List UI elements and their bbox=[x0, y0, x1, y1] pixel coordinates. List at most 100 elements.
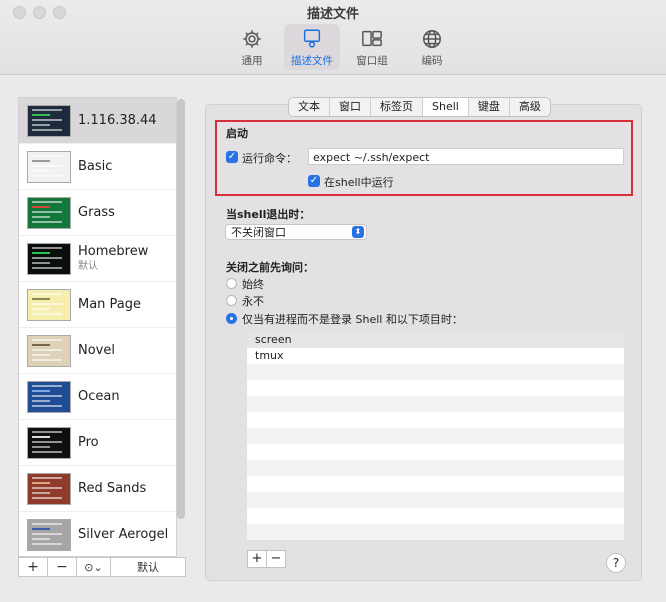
preview-line bbox=[32, 297, 50, 300]
preview-line bbox=[32, 399, 50, 402]
add-profile-button[interactable]: + bbox=[18, 557, 48, 577]
preview-line bbox=[32, 491, 50, 494]
run-command-checkbox[interactable]: ✓ bbox=[226, 151, 238, 163]
preview-line bbox=[32, 389, 50, 392]
run-command-input[interactable]: expect ~/.ssh/expect bbox=[308, 148, 624, 165]
list-item[interactable] bbox=[247, 380, 624, 396]
profile-list-scrollbar[interactable] bbox=[177, 99, 185, 519]
profile-name-block: Grass bbox=[78, 205, 115, 220]
remove-profile-button[interactable]: − bbox=[47, 557, 77, 577]
shell-exit-heading-prefix: 当 bbox=[226, 208, 237, 221]
toolbar-window-groups[interactable]: 窗口组 bbox=[344, 24, 400, 70]
profile-name-block: Red Sands bbox=[78, 481, 146, 496]
profile-actions-menu[interactable]: ⊙⌄ bbox=[76, 557, 111, 577]
profile-name-block: Ocean bbox=[78, 389, 120, 404]
toolbar-profiles-label: 描述文件 bbox=[291, 55, 333, 67]
help-button[interactable]: ? bbox=[606, 553, 626, 573]
tab-tabs[interactable]: 标签页 bbox=[371, 98, 423, 116]
profile-preview-thumbnail bbox=[27, 426, 71, 459]
preview-line bbox=[32, 532, 62, 535]
list-item[interactable] bbox=[247, 508, 624, 524]
profile-preview-thumbnail bbox=[27, 288, 71, 321]
list-item[interactable] bbox=[247, 492, 624, 508]
preview-line bbox=[32, 302, 62, 305]
ask-processes-radio[interactable] bbox=[226, 313, 237, 324]
run-in-shell-checkbox[interactable]: ✓ bbox=[308, 175, 320, 187]
profile-preview-thumbnail bbox=[27, 104, 71, 137]
profile-item[interactable]: Ocean bbox=[19, 374, 176, 420]
set-default-profile-button[interactable]: 默认 bbox=[110, 557, 186, 577]
preview-line bbox=[32, 246, 62, 249]
preview-line bbox=[32, 215, 50, 218]
profile-item[interactable]: Man Page bbox=[19, 282, 176, 328]
window-group-icon bbox=[362, 30, 382, 47]
list-item[interactable] bbox=[247, 396, 624, 412]
profile-item[interactable]: Silver Aerogel bbox=[19, 512, 176, 556]
preview-line bbox=[32, 200, 62, 203]
list-item[interactable] bbox=[247, 412, 624, 428]
ask-always-radio[interactable] bbox=[226, 278, 237, 289]
tab-advanced[interactable]: 高级 bbox=[510, 98, 550, 116]
profile-name: Grass bbox=[78, 205, 115, 220]
shell-exit-heading: 当shell退出时： bbox=[226, 206, 310, 222]
profile-item[interactable]: Basic bbox=[19, 144, 176, 190]
list-item[interactable] bbox=[247, 460, 624, 476]
list-item[interactable] bbox=[247, 364, 624, 380]
profile-item[interactable]: Grass bbox=[19, 190, 176, 236]
profile-item[interactable]: 1.116.38.44 bbox=[19, 98, 176, 144]
preview-line bbox=[32, 404, 62, 407]
preview-line bbox=[32, 430, 62, 433]
profile-preview-thumbnail bbox=[27, 150, 71, 183]
window-titlebar: 描述文件 通用 描述文件 窗口组 编码 bbox=[0, 0, 666, 75]
select-arrows-icon: ⬍ bbox=[352, 226, 364, 238]
preview-line bbox=[32, 445, 50, 448]
preview-line bbox=[32, 251, 50, 254]
list-item[interactable] bbox=[247, 444, 624, 460]
tab-keyboard[interactable]: 键盘 bbox=[469, 98, 510, 116]
list-item[interactable] bbox=[247, 476, 624, 492]
preview-line bbox=[32, 307, 50, 310]
preview-line bbox=[32, 266, 62, 269]
ask-never-radio[interactable] bbox=[226, 295, 237, 306]
toolbar-encodings[interactable]: 编码 bbox=[404, 24, 460, 70]
profile-name: Pro bbox=[78, 435, 99, 450]
shell-exit-heading-suffix: 退出时： bbox=[266, 208, 311, 221]
profile-item[interactable]: Novel bbox=[19, 328, 176, 374]
process-list[interactable]: screen tmux bbox=[247, 332, 624, 540]
preview-line bbox=[32, 440, 62, 443]
list-item[interactable] bbox=[247, 428, 624, 444]
process-list-controls: + − bbox=[247, 550, 286, 568]
tab-window[interactable]: 窗口 bbox=[330, 98, 371, 116]
preview-line bbox=[32, 292, 62, 295]
profile-name-block: 1.116.38.44 bbox=[78, 113, 157, 128]
preview-line bbox=[32, 353, 50, 356]
remove-process-button[interactable]: − bbox=[266, 550, 286, 568]
tab-text[interactable]: 文本 bbox=[289, 98, 330, 116]
run-in-shell-label: 在shell中运行 bbox=[324, 176, 394, 189]
profile-item[interactable]: Homebrew 默认 bbox=[19, 236, 176, 282]
profile-list[interactable]: 1.116.38.44 Basic Grass Homebrew 默认 Man Page N… bbox=[18, 97, 177, 557]
toolbar-general[interactable]: 通用 bbox=[224, 24, 280, 70]
tab-shell[interactable]: Shell bbox=[423, 98, 469, 116]
ask-always-label: 始终 bbox=[242, 278, 264, 291]
list-item[interactable] bbox=[247, 524, 624, 540]
list-item[interactable]: tmux bbox=[247, 348, 624, 364]
list-item[interactable]: screen bbox=[247, 332, 624, 348]
profile-item[interactable]: Pro bbox=[19, 420, 176, 466]
profile-name-block: Homebrew 默认 bbox=[78, 244, 148, 274]
preview-line bbox=[32, 486, 62, 489]
preview-line bbox=[32, 261, 50, 264]
preview-line bbox=[32, 256, 62, 259]
profile-preview-thumbnail bbox=[27, 518, 71, 551]
settings-tabs: 文本 窗口 标签页 Shell 键盘 高级 bbox=[288, 97, 551, 117]
add-process-button[interactable]: + bbox=[247, 550, 267, 568]
profile-item[interactable]: Red Sands bbox=[19, 466, 176, 512]
profile-name: Homebrew bbox=[78, 243, 149, 259]
profile-name: Silver Aerogel bbox=[78, 527, 169, 542]
toolbar-profiles[interactable]: 描述文件 bbox=[284, 24, 340, 70]
gear-icon bbox=[243, 30, 261, 48]
shell-exit-select[interactable]: 不关闭窗口 ⬍ bbox=[225, 224, 367, 240]
preview-line bbox=[32, 522, 62, 525]
preview-line bbox=[32, 348, 62, 351]
preview-line bbox=[32, 118, 62, 121]
